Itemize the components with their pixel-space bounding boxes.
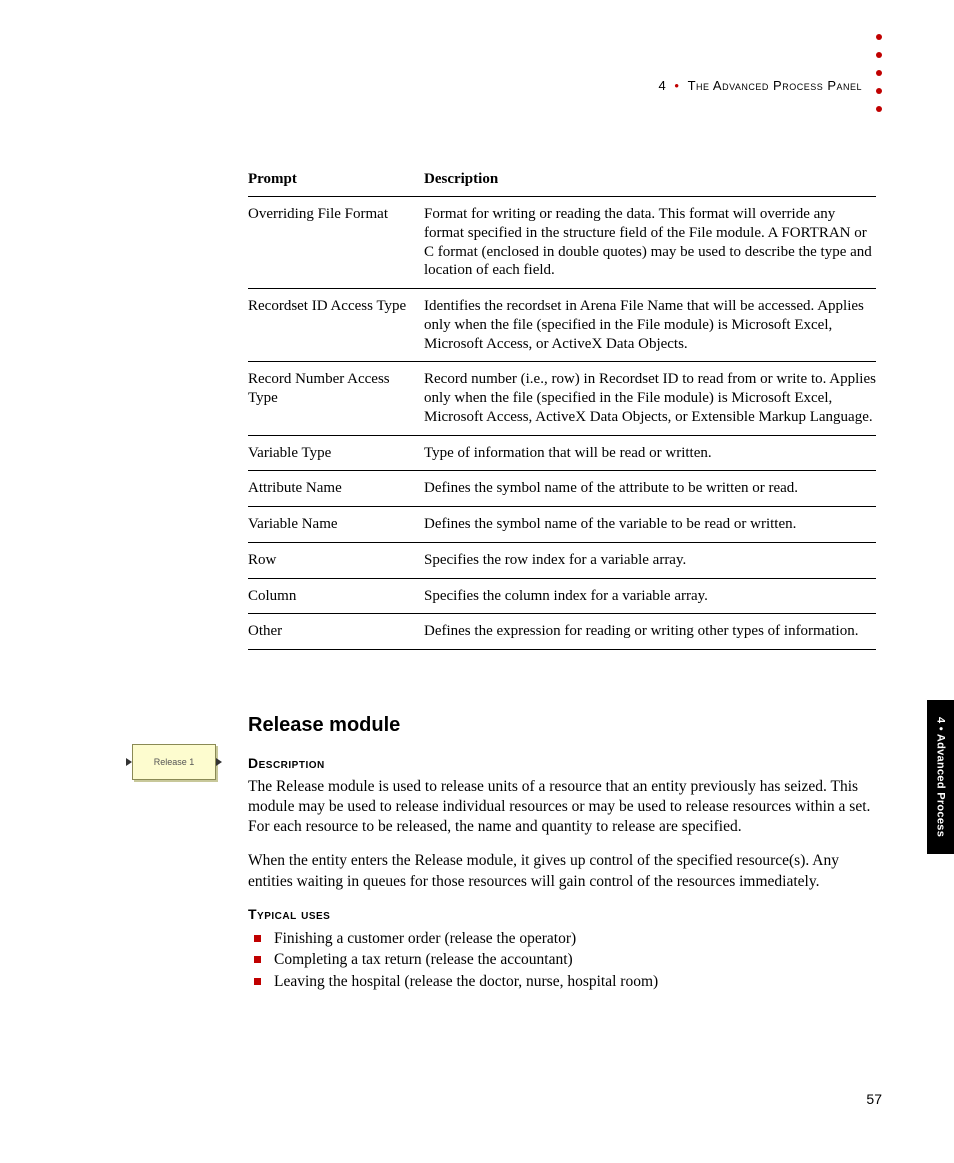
running-header: 4 • The Advanced Process Panel (659, 78, 862, 93)
page: 4 • The Advanced Process Panel Prompt De… (0, 0, 954, 1163)
module-label: Release 1 (154, 757, 195, 767)
cell-desc: Record number (i.e., row) in Recordset I… (424, 362, 876, 435)
cell-desc: Identifies the recordset in Arena File N… (424, 289, 876, 362)
cell-desc: Defines the expression for reading or wr… (424, 614, 876, 650)
cell-prompt: Overriding File Format (248, 197, 424, 289)
table-row: Column Specifies the column index for a … (248, 578, 876, 614)
dot-icon (876, 88, 882, 94)
subhead-typical-uses: Typical uses (248, 906, 876, 922)
prompt-table: Prompt Description Overriding File Forma… (248, 165, 876, 650)
cell-desc: Format for writing or reading the data. … (424, 197, 876, 289)
dot-icon (876, 34, 882, 40)
page-number: 57 (866, 1091, 882, 1107)
cell-prompt: Row (248, 542, 424, 578)
table-row: Recordset ID Access Type Identifies the … (248, 289, 876, 362)
table-row: Variable Type Type of information that w… (248, 435, 876, 471)
header-bullet: • (670, 78, 683, 93)
triangle-right-icon (216, 758, 222, 766)
dot-icon (876, 70, 882, 76)
table-row: Overriding File Format Format for writin… (248, 197, 876, 289)
cell-prompt: Column (248, 578, 424, 614)
cell-desc: Type of information that will be read or… (424, 435, 876, 471)
table-row: Row Specifies the row index for a variab… (248, 542, 876, 578)
cell-desc: Specifies the row index for a variable a… (424, 542, 876, 578)
uses-list: Finishing a customer order (release the … (248, 928, 876, 993)
list-item: Finishing a customer order (release the … (248, 928, 876, 950)
release-module-icon: Release 1 (128, 742, 220, 782)
cell-prompt: Other (248, 614, 424, 650)
th-prompt: Prompt (248, 165, 424, 197)
subhead-description: Description (248, 755, 876, 771)
cell-desc: Specifies the column index for a variabl… (424, 578, 876, 614)
triangle-left-icon (126, 758, 132, 766)
cell-prompt: Variable Name (248, 507, 424, 543)
cell-prompt: Attribute Name (248, 471, 424, 507)
cell-prompt: Variable Type (248, 435, 424, 471)
th-description: Description (424, 165, 876, 197)
cell-desc: Defines the symbol name of the attribute… (424, 471, 876, 507)
cell-prompt: Record Number Access Type (248, 362, 424, 435)
table-row: Other Defines the expression for reading… (248, 614, 876, 650)
cell-prompt: Recordset ID Access Type (248, 289, 424, 362)
table-row: Record Number Access Type Record number … (248, 362, 876, 435)
table-row: Attribute Name Defines the symbol name o… (248, 471, 876, 507)
dot-icon (876, 52, 882, 58)
header-chapter-title: The Advanced Process Panel (688, 78, 862, 93)
decorative-dots (876, 34, 882, 112)
dot-icon (876, 106, 882, 112)
module-box: Release 1 (132, 744, 216, 780)
section-title: Release module (248, 714, 876, 737)
header-chapter-num: 4 (659, 78, 667, 93)
paragraph: When the entity enters the Release modul… (248, 851, 876, 891)
content-area: Prompt Description Overriding File Forma… (248, 165, 876, 993)
side-tab: 4 • Advanced Process (927, 700, 954, 854)
cell-desc: Defines the symbol name of the variable … (424, 507, 876, 543)
list-item: Leaving the hospital (release the doctor… (248, 971, 876, 993)
paragraph: The Release module is used to release un… (248, 777, 876, 837)
list-item: Completing a tax return (release the acc… (248, 949, 876, 971)
table-row: Variable Name Defines the symbol name of… (248, 507, 876, 543)
